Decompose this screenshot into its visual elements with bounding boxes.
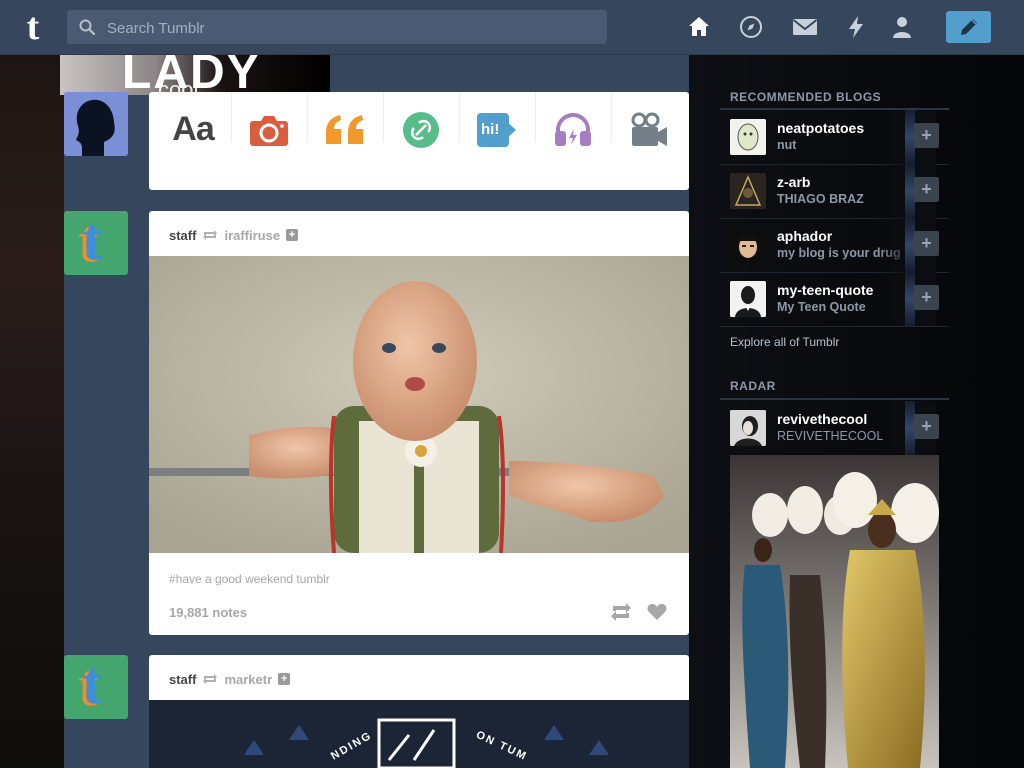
- blog-name[interactable]: revivethecool: [777, 411, 867, 427]
- post-author[interactable]: staff: [169, 228, 196, 243]
- inbox-icon: [792, 19, 818, 35]
- chat-icon: hi!: [477, 112, 517, 147]
- link-icon: [403, 111, 439, 148]
- silhouette-icon: [64, 92, 128, 156]
- follow-button[interactable]: +: [914, 414, 939, 439]
- divider: [720, 398, 949, 400]
- recommended-blog-item[interactable]: my-teen-quote My Teen Quote +: [720, 272, 949, 327]
- blog-name[interactable]: z-arb: [777, 174, 810, 190]
- compose-icon: [960, 19, 977, 35]
- reblogged-from[interactable]: marketr: [224, 672, 272, 687]
- staff-avatar[interactable]: t t: [64, 655, 128, 719]
- recommended-blogs-title: RECOMMENDED BLOGS: [730, 90, 882, 104]
- blog-name[interactable]: neatpotatoes: [777, 120, 864, 136]
- account-icon: [893, 17, 911, 38]
- staff-avatar[interactable]: t t: [64, 211, 128, 275]
- follow-button[interactable]: +: [914, 231, 939, 256]
- video-post-button[interactable]: [611, 92, 687, 167]
- like-icon[interactable]: [646, 601, 668, 623]
- quote-post-button[interactable]: [307, 92, 383, 167]
- avatar-letter: t: [82, 655, 102, 716]
- post-card: staff marketr + NDING ON TUM: [149, 655, 689, 768]
- background-banner: LADY cool: [60, 46, 330, 102]
- link-post-button[interactable]: [383, 92, 459, 167]
- follow-button[interactable]: +: [914, 285, 939, 310]
- search-icon: [79, 19, 95, 35]
- camera-icon: [250, 115, 288, 146]
- blog-name[interactable]: my-teen-quote: [777, 282, 873, 298]
- quote-icon: [326, 114, 363, 144]
- reblog-small-icon: [203, 230, 218, 240]
- post-card: staff iraffiruse + #have a good weekend …: [149, 211, 689, 635]
- user-avatar[interactable]: [64, 92, 128, 156]
- explore-icon: [740, 16, 762, 38]
- follow-button[interactable]: +: [914, 177, 939, 202]
- blog-avatar[interactable]: [730, 119, 766, 155]
- inbox-button[interactable]: [791, 13, 819, 41]
- post-header: staff iraffiruse +: [169, 227, 299, 243]
- radar-post-image[interactable]: [730, 455, 939, 768]
- reblog-icon[interactable]: [610, 601, 632, 623]
- text-post-button[interactable]: Aa: [155, 92, 231, 167]
- blog-avatar[interactable]: [730, 173, 766, 209]
- video-camera-icon: [631, 112, 667, 146]
- blog-name[interactable]: aphador: [777, 228, 832, 244]
- search-box[interactable]: [67, 10, 607, 46]
- avatar-drawing: [730, 173, 766, 209]
- avatar-drawing: [730, 119, 766, 155]
- activity-button[interactable]: [842, 13, 870, 41]
- avatar-letter: t: [82, 211, 102, 272]
- recommended-blog-item[interactable]: aphador my blog is your drug +: [720, 218, 949, 273]
- tumblr-logo[interactable]: t: [16, 7, 50, 47]
- radar-title: RADAR: [730, 379, 776, 393]
- reblogged-from[interactable]: iraffiruse: [224, 228, 280, 243]
- audio-post-button[interactable]: [535, 92, 611, 167]
- search-input[interactable]: [105, 10, 599, 46]
- home-button[interactable]: [685, 13, 713, 41]
- home-icon: [689, 17, 709, 36]
- explore-button[interactable]: [737, 13, 765, 41]
- headphones-icon: [555, 112, 591, 146]
- activity-icon: [849, 16, 863, 38]
- post-composer: Aa hi!: [149, 92, 689, 190]
- avatar-drawing: [730, 281, 766, 317]
- chat-post-button[interactable]: hi!: [459, 92, 535, 167]
- arrows-graphic: [244, 718, 609, 768]
- blog-avatar[interactable]: [730, 281, 766, 317]
- avatar-drawing: [730, 410, 766, 446]
- follow-button[interactable]: +: [914, 123, 939, 148]
- text-post-label: Aa: [172, 110, 214, 148]
- explore-all-link[interactable]: Explore all of Tumblr: [730, 335, 839, 349]
- blog-avatar[interactable]: [730, 410, 766, 446]
- post-image-2: NDING ON TUM: [149, 700, 689, 768]
- post-header: staff marketr +: [169, 671, 291, 687]
- post-notes[interactable]: 19,881 notes: [169, 605, 247, 620]
- reblog-small-icon: [203, 674, 218, 684]
- radar-blog-item[interactable]: revivethecool REVIVETHECOOL +: [720, 401, 949, 455]
- compose-button[interactable]: [946, 11, 991, 43]
- top-bar: t: [0, 0, 1024, 55]
- chat-post-label: hi!: [481, 120, 500, 138]
- follow-mini-button[interactable]: +: [286, 229, 299, 241]
- account-button[interactable]: [888, 13, 916, 41]
- follow-mini-button[interactable]: +: [278, 673, 291, 685]
- post-tags[interactable]: #have a good weekend tumblr: [169, 572, 330, 586]
- post-author[interactable]: staff: [169, 672, 196, 687]
- photo-post-button[interactable]: [231, 92, 307, 167]
- post-image: [149, 256, 689, 553]
- recommended-blog-item[interactable]: neatpotatoes nut +: [720, 110, 949, 165]
- avatar-drawing: [730, 227, 766, 263]
- recommended-blog-item[interactable]: z-arb THIAGO BRAZ +: [720, 164, 949, 219]
- blog-avatar[interactable]: [730, 227, 766, 263]
